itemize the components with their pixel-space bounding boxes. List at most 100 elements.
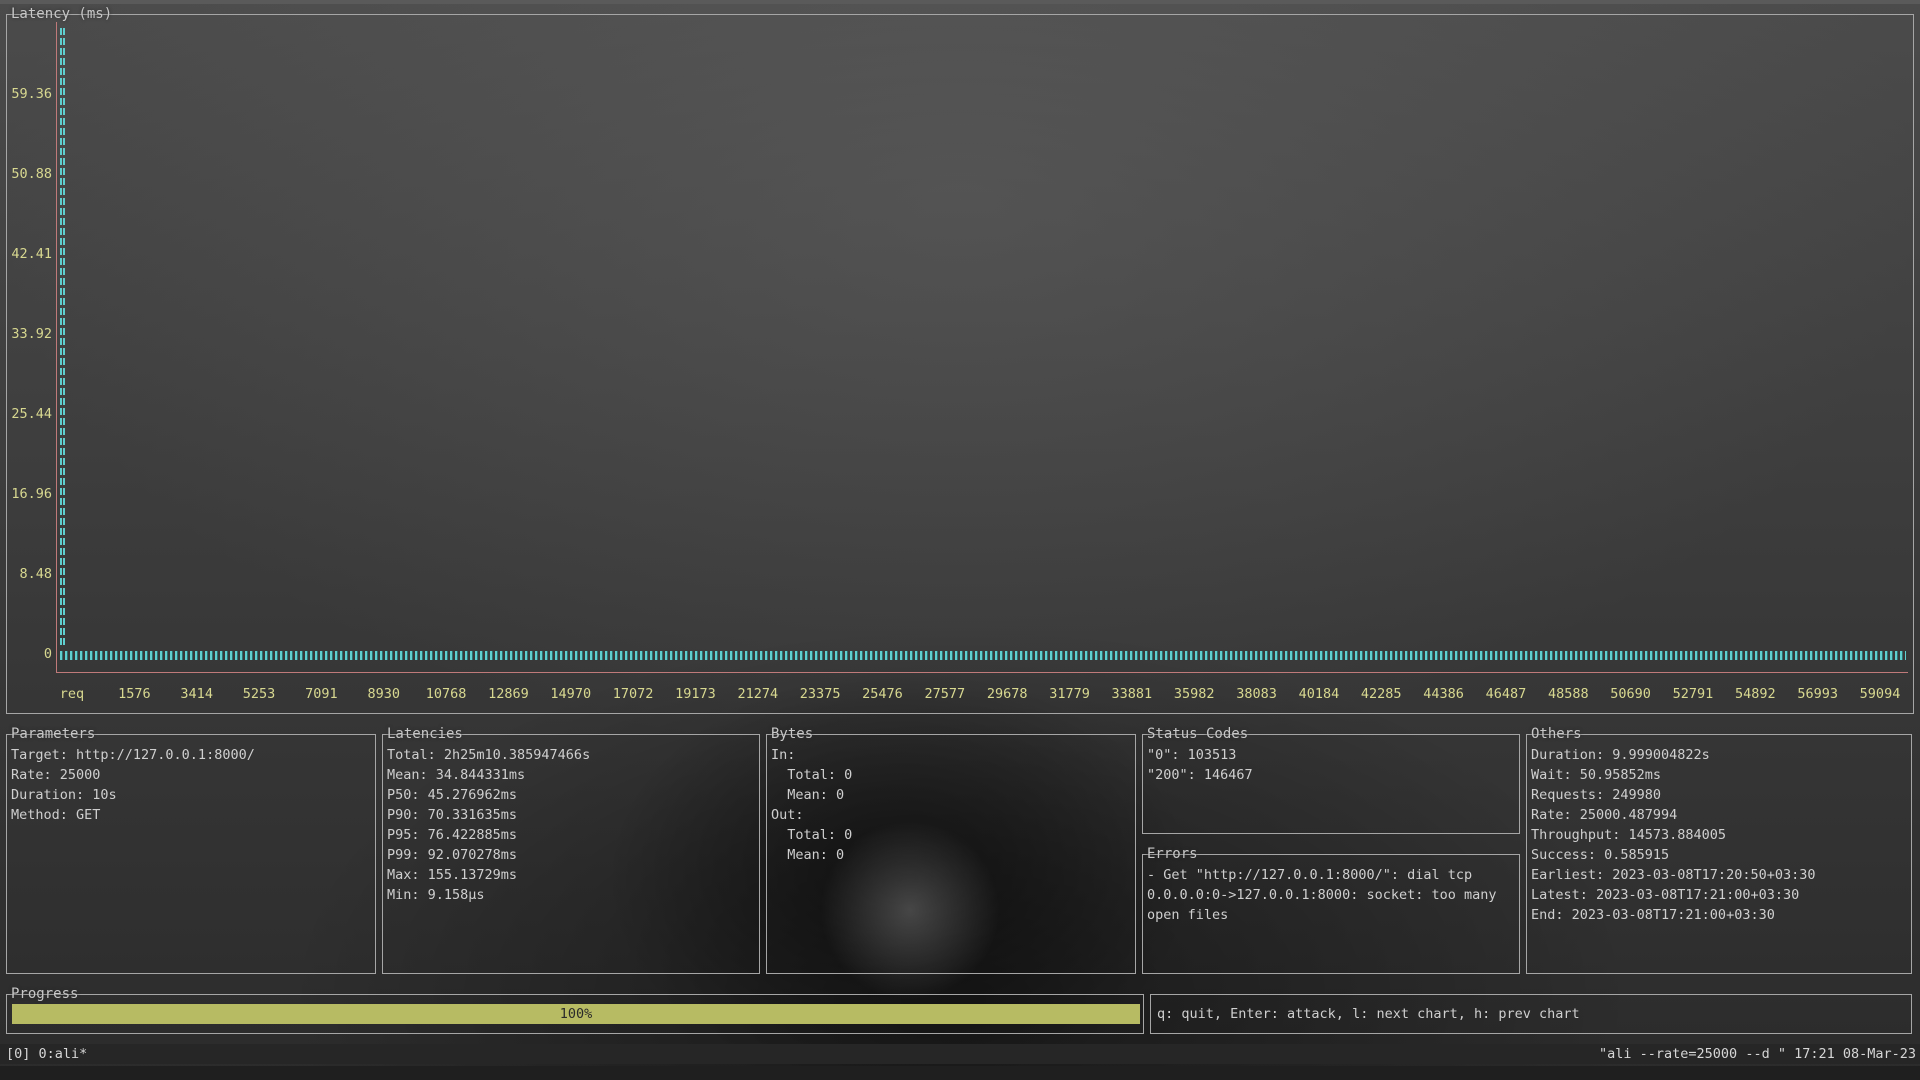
y-axis-tick	[60, 188, 66, 195]
x-tick-label: 19173	[675, 686, 716, 702]
tmux-window-list[interactable]: [0] 0:ali*	[6, 1044, 87, 1064]
x-tick-label: 23375	[799, 686, 841, 702]
x-tick-label: 3414	[180, 686, 213, 702]
y-axis-tick	[60, 488, 66, 495]
y-axis-tick	[60, 608, 66, 615]
others-requests: Requests: 249980	[1531, 787, 1662, 803]
y-axis-tick	[60, 408, 66, 415]
others-title: Others	[1531, 726, 1582, 742]
y-axis-tick	[60, 298, 66, 305]
y-axis-tick	[60, 528, 66, 535]
progress-percent: 100%	[559, 1006, 593, 1022]
y-tick-label: 16.96	[11, 486, 52, 502]
y-axis-tick	[60, 508, 66, 515]
y-tick-label: 25.44	[11, 406, 52, 422]
y-axis-tick	[60, 108, 66, 115]
x-tick-label: 8930	[367, 686, 400, 702]
y-axis-tick	[60, 568, 66, 575]
y-axis-tick	[60, 208, 66, 215]
y-axis-tick	[60, 178, 66, 185]
y-axis-tick	[60, 28, 66, 35]
error-line: - Get "http://127.0.0.1:8000/": dial tcp	[1147, 867, 1473, 883]
y-axis-tick	[60, 238, 66, 245]
y-axis-tick	[60, 638, 66, 645]
x-tick-label: 56993	[1797, 686, 1838, 702]
bottom-strip	[0, 1066, 1920, 1080]
others-panel: Others Duration: 9.999004822s Wait: 50.9…	[1526, 726, 1912, 974]
others-earliest: Earliest: 2023-03-08T17:20:50+03:30	[1531, 867, 1816, 883]
y-axis-tick	[60, 348, 66, 355]
x-tick-label: 59094	[1859, 686, 1901, 702]
x-tick-label: 7091	[305, 686, 338, 702]
others-wait: Wait: 50.95852ms	[1531, 767, 1662, 783]
y-axis-tick	[60, 438, 66, 445]
tmux-status-bar: [0] 0:ali* "ali --rate=25000 --d " 17:21…	[0, 1044, 1920, 1064]
latencies-panel: Latencies Total: 2h25m10.385947466s Mean…	[382, 726, 760, 974]
latency-min: Min: 9.158µs	[387, 887, 485, 903]
y-axis-tick	[60, 138, 66, 145]
y-axis-tick	[60, 548, 66, 555]
bytes-in-mean: Mean: 0	[771, 787, 845, 803]
y-axis-tick	[60, 468, 66, 475]
parameters-target: Target: http://127.0.0.1:8000/	[11, 747, 255, 763]
x-tick-label: 5253	[242, 686, 276, 702]
y-axis-tick	[60, 318, 66, 325]
parameters-method: Method: GET	[11, 807, 101, 823]
y-axis-tick	[60, 98, 66, 105]
y-axis-tick	[60, 328, 66, 335]
y-axis-tick	[60, 358, 66, 365]
x-tick-label: 25476	[862, 686, 903, 702]
latency-max: Max: 155.13729ms	[387, 867, 518, 883]
latency-series-baseline	[60, 651, 1906, 660]
x-tick-label: 50690	[1610, 686, 1651, 702]
latency-p90: P90: 70.331635ms	[387, 807, 518, 823]
x-tick-label: 42285	[1360, 686, 1402, 702]
latency-chart-panel: Latency (ms)	[6, 6, 1914, 714]
y-axis-tick	[60, 418, 66, 425]
status-code-200: "200": 146467	[1147, 767, 1253, 783]
y-axis-tick	[60, 368, 66, 375]
bytes-out-mean: Mean: 0	[771, 847, 845, 863]
y-axis-tick	[60, 68, 66, 75]
chart-y-axis	[56, 22, 57, 672]
others-success: Success: 0.585915	[1531, 847, 1670, 863]
bytes-out-total: Total: 0	[771, 827, 853, 843]
terminal-window: Latency (ms) 59.36 50.88 42.41 33.92 25.44 16…	[0, 0, 1920, 1080]
y-axis-tick	[60, 588, 66, 595]
y-axis-tick	[60, 578, 66, 585]
parameters-rate: Rate: 25000	[11, 767, 101, 783]
others-throughput: Throughput: 14573.884005	[1531, 827, 1727, 843]
x-tick-label: 31779	[1049, 686, 1090, 702]
y-axis-tick	[60, 228, 66, 235]
errors-panel: Errors - Get "http://127.0.0.1:8000/": d…	[1142, 846, 1520, 974]
y-axis-tick	[60, 338, 66, 345]
x-tick-label: 35982	[1173, 686, 1215, 702]
y-axis-tick	[60, 218, 66, 225]
y-axis-tick	[60, 598, 66, 605]
y-axis-tick	[60, 628, 66, 635]
y-axis-tick	[60, 428, 66, 435]
x-tick-label: 27577	[924, 686, 966, 702]
bytes-out-label: Out:	[771, 807, 804, 823]
y-axis-tick	[60, 258, 66, 265]
y-axis-tick	[60, 248, 66, 255]
y-axis-tick	[60, 38, 66, 45]
x-tick-label: 38083	[1236, 686, 1277, 702]
y-tick-label: 42.41	[11, 246, 52, 262]
x-tick-label: 46487	[1485, 686, 1527, 702]
y-axis-tick	[60, 148, 66, 155]
x-tick-label: 48588	[1547, 686, 1589, 702]
x-tick-label: 17072	[612, 686, 654, 702]
y-tick-label: 8.48	[19, 566, 52, 582]
help-text: q: quit, Enter: attack, l: next chart, h…	[1157, 1006, 1580, 1022]
status-code-0: "0": 103513	[1147, 747, 1237, 763]
x-tick-label: req	[59, 686, 85, 702]
errors-title: Errors	[1147, 846, 1198, 862]
y-axis-tick	[60, 158, 66, 165]
x-tick-label: 40184	[1298, 686, 1340, 702]
y-axis-tick	[60, 458, 66, 465]
parameters-panel: Parameters Target: http://127.0.0.1:8000…	[6, 726, 376, 974]
x-tick-label: 44386	[1423, 686, 1464, 702]
latency-p50: P50: 45.276962ms	[387, 787, 518, 803]
y-axis-tick	[60, 518, 66, 525]
